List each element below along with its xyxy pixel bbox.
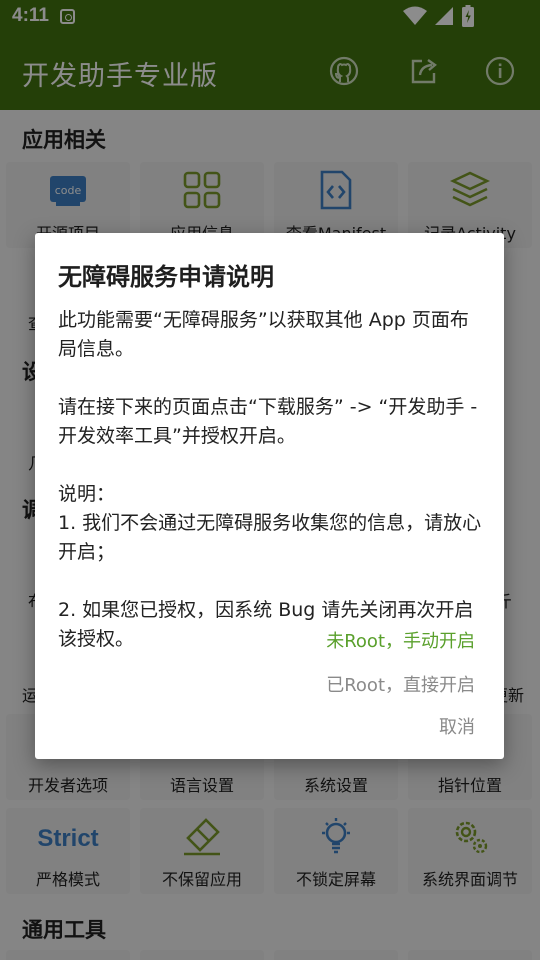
cancel-button[interactable]: 取消 bbox=[439, 713, 475, 739]
dialog-paragraph: 说明： 1. 我们不会通过无障碍服务收集您的信息，请放心开启； bbox=[58, 483, 482, 563]
accessibility-dialog: 无障碍服务申请说明 此功能需要“无障碍服务”以获取其他 App 页面布局信息。 … bbox=[35, 233, 504, 759]
dialog-paragraph: 请在接下来的页面点击“下载服务” -> “开发助手 - 开发效率工具”并授权开启… bbox=[58, 396, 484, 447]
dialog-paragraph: 此功能需要“无障碍服务”以获取其他 App 页面布局信息。 bbox=[58, 309, 469, 360]
root-enable-button[interactable]: 已Root，直接开启 bbox=[326, 671, 475, 697]
dialog-title: 无障碍服务申请说明 bbox=[58, 263, 274, 291]
manual-enable-button[interactable]: 未Root，手动开启 bbox=[326, 627, 475, 653]
dialog-message: 此功能需要“无障碍服务”以获取其他 App 页面布局信息。 请在接下来的页面点击… bbox=[58, 306, 483, 654]
